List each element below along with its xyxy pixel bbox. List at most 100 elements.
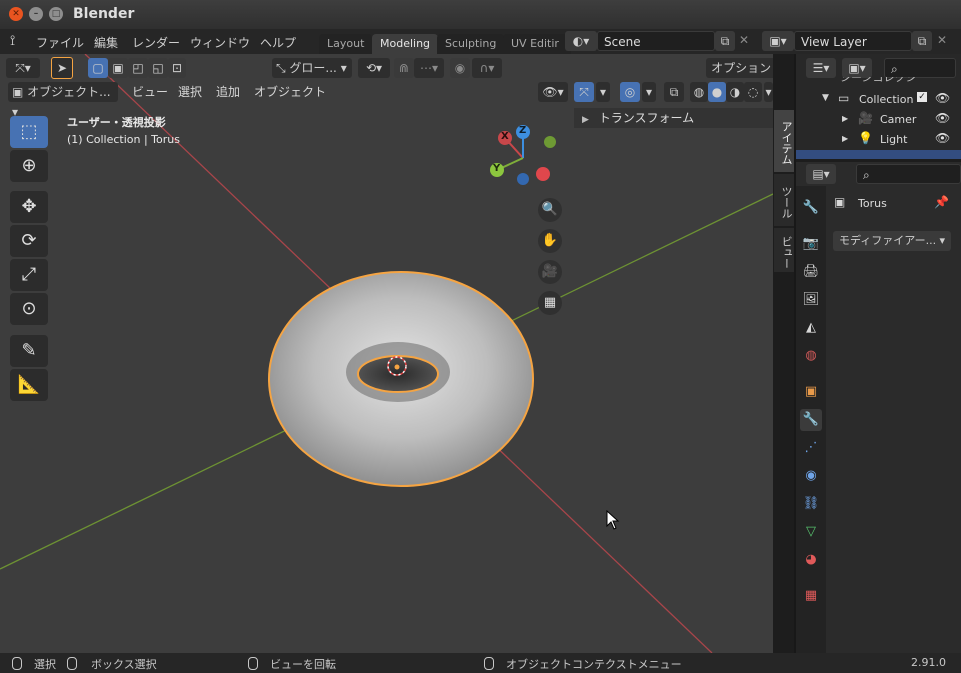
outliner[interactable]: ☰▾ ▣▾ ⌕ シーンコレクシ ▼ ▭ Collection ✓ 👁 ▶ 🎥 C…	[796, 54, 961, 159]
select-mode-extend-icon[interactable]: ▣	[108, 58, 128, 78]
camera-visibility-icon[interactable]: 👁	[935, 111, 950, 125]
transform-panel-header[interactable]: ▶ トランスフォーム	[574, 108, 773, 128]
select-mode-invert-icon[interactable]: ◱	[148, 58, 168, 78]
texture-properties-icon[interactable]: ▦	[800, 585, 822, 607]
light-visibility-icon[interactable]: 👁	[935, 131, 950, 145]
gizmo-z-label[interactable]: Z	[519, 125, 526, 136]
menu-edit[interactable]: 編集	[94, 34, 118, 51]
tab-sculpting[interactable]: Sculpting	[437, 34, 505, 54]
visibility-dropdown[interactable]: 👁▾	[538, 82, 568, 102]
tab-modeling[interactable]: Modeling	[372, 34, 439, 54]
snap-target-dropdown[interactable]: ⋯▾	[414, 58, 444, 78]
pan-hand-icon[interactable]: ✋	[538, 229, 562, 253]
expand-arrow-icon[interactable]: ▶	[842, 134, 848, 143]
menu-help[interactable]: ヘルプ	[260, 34, 296, 51]
collection-checkbox-icon[interactable]: ✓	[917, 92, 927, 102]
tool-transform[interactable]: ⊙	[10, 293, 48, 325]
shading-dropdown[interactable]: ▾	[764, 82, 773, 102]
menu-object[interactable]: オブジェクト	[248, 82, 332, 102]
transform-orientation-dropdown[interactable]: ⤡ グロー... ▾	[272, 58, 352, 78]
expand-arrow-icon[interactable]: ▶	[842, 114, 848, 123]
perspective-toggle-icon[interactable]: ▦	[538, 291, 562, 315]
tab-layout[interactable]: Layout	[319, 34, 373, 54]
tool-measure[interactable]: 📐	[10, 369, 48, 401]
3d-viewport[interactable]: X Y Z ⤧▾ ➤ ▢ ▣ ◰ ◱ ⊡ ⤡ グロー... ▾ ⟲▾ ⋒ ⋯▾ …	[0, 54, 773, 653]
maximize-window-button[interactable]: □	[49, 7, 63, 21]
outliner-filter-button[interactable]: ▣▾	[842, 58, 872, 78]
sidebar-tab-view[interactable]: ビュー	[774, 228, 794, 272]
tool-cursor[interactable]: ⊕	[10, 150, 48, 182]
outliner-row-camera[interactable]: ▶ 🎥 Camer 👁	[796, 110, 961, 130]
close-window-button[interactable]: ✕	[9, 7, 23, 21]
object-properties-icon[interactable]: ▣	[800, 381, 822, 403]
new-scene-icon[interactable]: ⧉	[715, 31, 735, 51]
proportional-edit-icon[interactable]: ◉	[450, 58, 470, 78]
material-properties-icon[interactable]: ◕	[800, 549, 822, 571]
outliner-display-mode-button[interactable]: ☰▾	[806, 58, 836, 78]
select-mode-subtract-icon[interactable]: ◰	[128, 58, 148, 78]
gizmo-y-label[interactable]: Y	[493, 163, 500, 174]
mesh-data-properties-icon[interactable]: ▽	[800, 521, 822, 543]
world-properties-icon[interactable]: ◍	[800, 345, 822, 367]
outliner-scene-collection-label[interactable]: シーンコレクシ	[840, 77, 916, 85]
menu-render[interactable]: レンダー	[132, 34, 180, 51]
active-tool-select-icon[interactable]: ➤	[51, 57, 73, 79]
outliner-row-collection[interactable]: ▼ ▭ Collection ✓ 👁	[796, 90, 961, 110]
tool-select-box[interactable]: ⬚	[10, 116, 48, 148]
gizmo-x-label[interactable]: X	[501, 131, 509, 142]
tool-rotate[interactable]: ⟳	[10, 225, 48, 257]
snap-toggle-icon[interactable]: ⋒	[394, 58, 414, 78]
options-dropdown[interactable]: オプション ▾	[706, 58, 773, 78]
sidebar-tab-tool[interactable]: ツール	[774, 174, 794, 226]
pivot-point-dropdown[interactable]: ⟲▾	[358, 58, 390, 78]
overlay-toggle-icon[interactable]: ◎	[620, 82, 640, 102]
tool-move[interactable]: ✥	[10, 191, 48, 223]
mode-dropdown[interactable]: ▣ オブジェクト... ▾	[8, 82, 118, 119]
properties-search-input[interactable]: ⌕	[856, 164, 961, 184]
select-mode-intersect-icon[interactable]: ⊡	[168, 58, 186, 78]
add-modifier-dropdown[interactable]: モディファイアー... ▾	[833, 231, 951, 251]
tool-annotate[interactable]: ✎	[10, 335, 48, 367]
delete-view-layer-icon[interactable]: ✕	[937, 33, 947, 47]
zoom-icon[interactable]: 🔍	[538, 198, 562, 222]
menu-select[interactable]: 選択	[172, 82, 208, 102]
camera-view-icon[interactable]: 🎥	[538, 260, 562, 284]
menu-add[interactable]: 追加	[210, 82, 246, 102]
shading-rendered-icon[interactable]: ◌	[744, 82, 762, 102]
scene-selector-button[interactable]: ◐▾	[565, 31, 597, 51]
physics-properties-icon[interactable]: ◉	[800, 465, 822, 487]
render-properties-icon[interactable]: 📷	[800, 233, 822, 255]
proportional-falloff-dropdown[interactable]: ∩▾	[472, 58, 502, 78]
view-layer-selector-button[interactable]: ▣▾	[762, 31, 794, 51]
outliner-row-torus-selected[interactable]	[796, 150, 961, 159]
shading-wireframe-icon[interactable]: ◍	[690, 82, 708, 102]
shading-solid-icon[interactable]: ●	[708, 82, 726, 102]
gizmo-toggle-icon[interactable]: ⤧	[574, 82, 594, 102]
view-layer-properties-icon[interactable]: 🖼	[800, 289, 822, 311]
collection-visibility-icon[interactable]: 👁	[935, 91, 950, 105]
constraint-properties-icon[interactable]: ⛓	[800, 493, 822, 515]
outliner-row-light[interactable]: ▶ 💡 Light 👁	[796, 130, 961, 150]
select-mode-new-icon[interactable]: ▢	[88, 58, 108, 78]
xray-toggle-icon[interactable]: ⧉	[664, 82, 684, 102]
menu-view[interactable]: ビュー	[126, 82, 174, 102]
properties-editor-type-button[interactable]: ▤▾	[806, 164, 836, 184]
particle-properties-icon[interactable]: ⋰	[800, 437, 822, 459]
overlay-dropdown[interactable]: ▾	[642, 82, 656, 102]
outliner-search-input[interactable]: ⌕	[884, 58, 956, 78]
delete-scene-icon[interactable]: ✕	[739, 33, 749, 47]
pin-icon[interactable]: 📌	[934, 195, 949, 209]
gizmo-dropdown[interactable]: ▾	[596, 82, 610, 102]
tool-properties-icon[interactable]: 🔧	[800, 197, 822, 219]
blender-logo-icon[interactable]: ⟟	[10, 33, 15, 49]
menu-file[interactable]: ファイル	[36, 34, 84, 51]
shading-material-icon[interactable]: ◑	[726, 82, 744, 102]
expand-arrow-icon[interactable]: ▼	[822, 93, 829, 103]
tool-scale[interactable]: ⤢	[10, 259, 48, 291]
modifier-properties-icon[interactable]: 🔧	[800, 409, 822, 431]
output-properties-icon[interactable]: 🖨	[800, 261, 822, 283]
minimize-window-button[interactable]: –	[29, 7, 43, 21]
sidebar-tab-item[interactable]: アイテム	[774, 110, 794, 172]
new-view-layer-icon[interactable]: ⧉	[912, 31, 932, 51]
menu-window[interactable]: ウィンドウ	[190, 34, 250, 51]
